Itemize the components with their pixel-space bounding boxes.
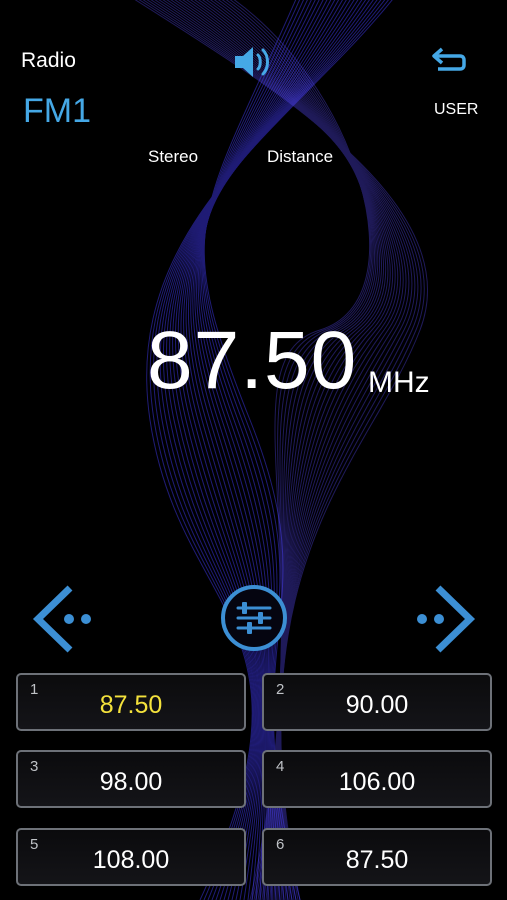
back-button[interactable] xyxy=(430,43,470,77)
app-title: Radio xyxy=(21,49,76,72)
preset-frequency: 108.00 xyxy=(92,846,170,874)
volume-button[interactable] xyxy=(231,40,275,84)
equalizer-button[interactable] xyxy=(218,582,290,654)
preset-frequency: 87.50 xyxy=(99,691,163,719)
preset-frequency: 98.00 xyxy=(99,768,163,796)
preset-button-5[interactable]: 5 108.00 xyxy=(16,828,246,886)
volume-icon xyxy=(235,47,269,77)
preset-button-3[interactable]: 3 98.00 xyxy=(16,750,246,808)
preset-frequency: 106.00 xyxy=(338,768,416,796)
frequency-display: 87.50 xyxy=(147,315,358,406)
distance-indicator: Distance xyxy=(267,147,334,166)
preset-button-2[interactable]: 2 90.00 xyxy=(262,673,492,731)
back-arrow-icon xyxy=(432,47,466,71)
band-label[interactable]: FM1 xyxy=(23,92,91,131)
preset-button-1[interactable]: 1 87.50 xyxy=(16,673,246,731)
preset-frequency: 90.00 xyxy=(345,691,409,719)
seek-prev-icon xyxy=(32,585,91,653)
preset-frequency: 87.50 xyxy=(345,846,409,874)
preset-button-6[interactable]: 6 87.50 xyxy=(262,828,492,886)
stereo-indicator: Stereo xyxy=(148,147,199,166)
seek-next-icon xyxy=(417,585,476,653)
seek-next-button[interactable] xyxy=(410,582,480,656)
equalizer-icon xyxy=(221,585,287,651)
user-button[interactable]: USER xyxy=(434,101,478,119)
frequency-unit: MHz xyxy=(368,366,430,399)
preset-button-4[interactable]: 4 106.00 xyxy=(262,750,492,808)
seek-prev-button[interactable] xyxy=(28,582,98,656)
